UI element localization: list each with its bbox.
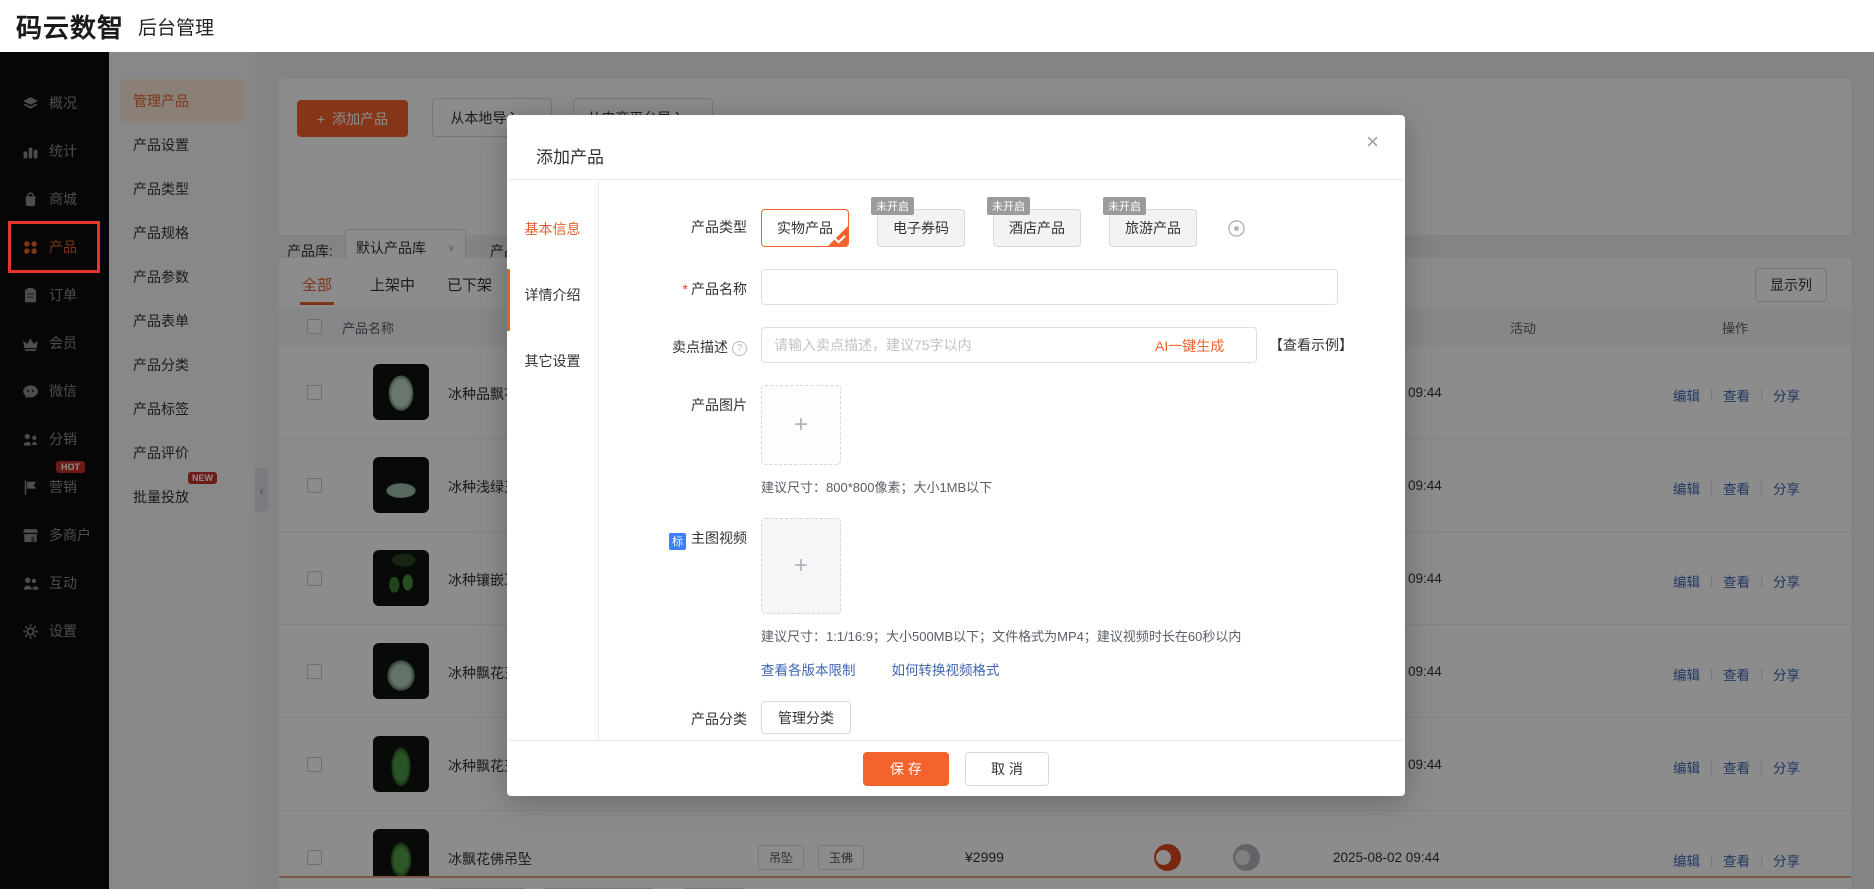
plus-icon: + [794, 411, 808, 439]
modal-tabs: 基本信息 详情介绍 其它设置 [507, 181, 599, 740]
main-video-row: 标主图视频 + 建议尺寸：1:1/16:9；大小500MB以下；文件格式为MP4… [599, 518, 1365, 679]
plus-icon: + [794, 552, 808, 580]
product-type-row: 产品类型 实物产品 电子券码 未开启 酒店产品 未开启 旅游产品 [599, 207, 1365, 247]
product-image-label: 产品图片 [599, 385, 747, 496]
image-size-hint: 建议尺寸：800*800像素；大小1MB以下 [761, 477, 992, 496]
tab-other-settings[interactable]: 其它设置 [507, 343, 598, 409]
product-name-input[interactable] [761, 269, 1338, 305]
cancel-button[interactable]: 取 消 [965, 752, 1049, 786]
modal-body: 基本信息 详情介绍 其它设置 产品类型 实物产品 电子券码 未开启 酒店产品 [507, 181, 1405, 740]
active-tab-indicator [507, 269, 510, 331]
required-mark: * [683, 281, 688, 297]
add-product-modal: 添加产品 × 基本信息 详情介绍 其它设置 产品类型 实物产品 电子券码 未开启 [507, 115, 1405, 796]
tab-basic-info[interactable]: 基本信息 [507, 211, 598, 277]
topbar: 码云数智 后台管理 [0, 0, 1874, 52]
product-image-row: 产品图片 + 建议尺寸：800*800像素；大小1MB以下 [599, 385, 1365, 496]
not-enabled-badge: 未开启 [871, 197, 914, 215]
image-upload-box[interactable]: + [761, 385, 841, 465]
product-category-label: 产品分类 [599, 701, 747, 734]
video-size-hint: 建议尺寸：1:1/16:9；大小500MB以下；文件格式为MP4；建议视频时长在… [761, 626, 1241, 645]
tab-detail-intro[interactable]: 详情介绍 [507, 277, 598, 343]
product-type-label: 产品类型 [599, 207, 747, 247]
product-name-row: *产品名称 [599, 269, 1365, 305]
type-physical-product[interactable]: 实物产品 [761, 209, 849, 247]
preview-eye-icon[interactable] [1227, 219, 1246, 238]
ai-generate-link[interactable]: AI一键生成 [1155, 336, 1224, 356]
product-form: 产品类型 实物产品 电子券码 未开启 酒店产品 未开启 旅游产品 [599, 181, 1405, 740]
close-icon[interactable]: × [1366, 131, 1379, 153]
manage-category-button[interactable]: 管理分类 [761, 701, 851, 734]
modal-header: 添加产品 × [507, 115, 1405, 180]
video-upload-box[interactable]: + [761, 518, 841, 614]
main-video-label: 标主图视频 [599, 518, 747, 679]
version-limits-link[interactable]: 查看各版本限制 [761, 659, 856, 679]
screen: 码云数智 后台管理 概况 统计 商城 产品 订单 会员 微信 [0, 0, 1874, 889]
not-enabled-badge: 未开启 [1103, 197, 1146, 215]
save-button[interactable]: 保 存 [863, 752, 949, 786]
standard-badge: 标 [669, 533, 686, 550]
sell-point-row: 卖点描述? AI一键生成 【查看示例】 [599, 327, 1365, 363]
brand-logo: 码云数智 [16, 8, 124, 45]
product-name-label: *产品名称 [599, 269, 747, 305]
view-example-link[interactable]: 【查看示例】 [1269, 335, 1353, 355]
help-icon[interactable]: ? [732, 341, 747, 356]
not-enabled-badge: 未开启 [987, 197, 1030, 215]
modal-title: 添加产品 [536, 143, 604, 168]
modal-footer: 保 存 取 消 [507, 740, 1405, 796]
convert-video-link[interactable]: 如何转换视频格式 [892, 659, 1000, 679]
product-category-row: 产品分类 管理分类 [599, 701, 1365, 734]
page-title: 后台管理 [138, 13, 214, 40]
sell-point-label: 卖点描述? [599, 327, 747, 363]
